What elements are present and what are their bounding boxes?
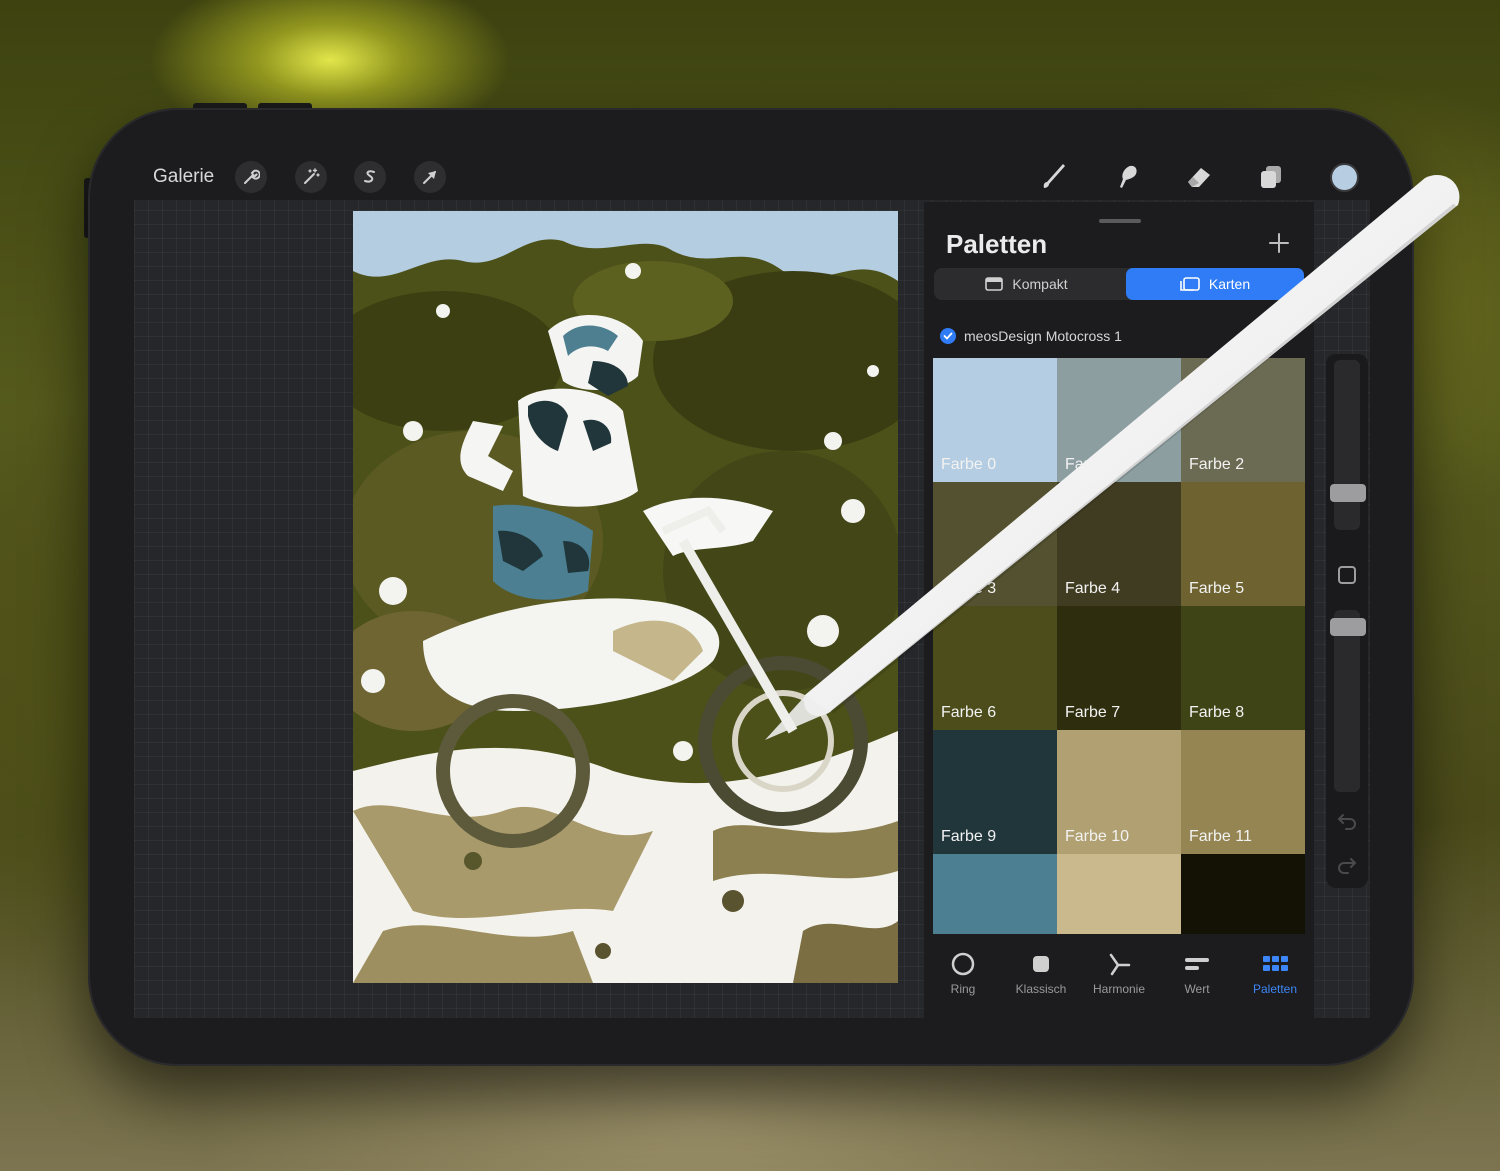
swatch-label: Farbe 4 (1065, 580, 1121, 597)
palettes-grid-icon (1236, 950, 1314, 978)
opacity-knob[interactable] (1330, 618, 1366, 636)
swatch-grid: Farbe 0 Farbe 1 Farbe 2 Farbe 3 Farbe 4 Farbe… (933, 358, 1305, 934)
side-slider-bar (1326, 354, 1368, 888)
swatch-label: Farbe 6 (941, 704, 997, 721)
color-mode-tabs: Ring Klassisch Harmonie Wert Paletten (924, 940, 1314, 1018)
panel-title: Paletten (946, 229, 1048, 259)
color-swatch[interactable]: Farbe 8 (1181, 606, 1305, 730)
compact-view-icon (985, 277, 1004, 291)
swatch-label: Farbe 10 (1065, 828, 1130, 845)
ring-icon (924, 950, 1002, 978)
opacity-slider[interactable] (1334, 610, 1360, 792)
canvas-artwork[interactable] (353, 211, 898, 983)
color-swatch[interactable]: Farbe 9 (933, 730, 1057, 854)
tab-palettes-label: Paletten (1252, 982, 1298, 996)
tab-ring[interactable]: Ring (924, 950, 1002, 996)
color-swatch[interactable] (933, 854, 1057, 934)
swatch-label: Farbe 2 (1189, 456, 1245, 473)
view-mode-compact[interactable]: Kompakt (934, 268, 1119, 300)
harmony-icon (1080, 950, 1158, 978)
swatch-label: Farbe 1 (1065, 456, 1121, 473)
color-swatch[interactable] (1057, 854, 1181, 934)
cards-view-icon (1180, 277, 1200, 291)
procreate-screen: Galerie Paletten Kompakt Karten meosDesi… (134, 154, 1370, 1018)
magic-wand-icon[interactable] (295, 161, 327, 193)
color-swatch[interactable]: Farbe 7 (1057, 606, 1181, 730)
view-mode-segmented-control: Kompakt Karten (934, 268, 1304, 300)
tab-palettes[interactable]: Paletten (1236, 950, 1314, 996)
gallery-button[interactable]: Galerie (153, 166, 214, 188)
color-swatch[interactable]: Farbe 2 (1181, 358, 1305, 482)
color-swatch[interactable] (1181, 854, 1305, 934)
tab-classic-label: Klassisch (1015, 982, 1067, 996)
view-mode-cards[interactable]: Karten (1126, 268, 1304, 300)
view-mode-cards-label: Karten (1208, 276, 1251, 292)
panel-grabber[interactable] (1099, 219, 1141, 223)
color-swatch[interactable]: Farbe 5 (1181, 482, 1305, 606)
tab-ring-label: Ring (950, 982, 976, 996)
artwork-image (353, 211, 898, 983)
tab-value[interactable]: Wert (1158, 950, 1236, 996)
tab-harmony[interactable]: Harmonie (1080, 950, 1158, 996)
tab-classic[interactable]: Klassisch (1002, 950, 1080, 996)
transform-arrow-icon[interactable] (414, 161, 446, 193)
color-swatch[interactable]: Farbe 1 (1057, 358, 1181, 482)
swatch-label: Farbe 9 (941, 828, 997, 845)
selection-icon[interactable] (354, 161, 386, 193)
color-swatch[interactable]: Farbe 0 (933, 358, 1057, 482)
modify-button[interactable] (1338, 566, 1356, 584)
smudge-icon[interactable] (1110, 160, 1144, 194)
color-swatch[interactable]: Farbe 10 (1057, 730, 1181, 854)
square-icon (1002, 950, 1080, 978)
brush-size-knob[interactable] (1330, 484, 1366, 502)
tab-harmony-label: Harmonie (1092, 982, 1146, 996)
color-swatch[interactable]: Farbe 6 (933, 606, 1057, 730)
default-palette-check-icon (940, 328, 956, 344)
layers-icon[interactable] (1254, 160, 1288, 194)
brush-icon[interactable] (1037, 160, 1071, 194)
swatch-label: Farbe 0 (941, 456, 997, 473)
swatch-label: Farbe 5 (1189, 580, 1245, 597)
brush-size-slider[interactable] (1334, 360, 1360, 530)
swatch-label: Farbe 8 (1189, 704, 1245, 721)
palette-name: meosDesign Motocross 1 (964, 328, 1122, 344)
tab-value-label: Wert (1184, 982, 1210, 996)
plus-icon (1269, 233, 1289, 253)
value-sliders-icon (1158, 950, 1236, 978)
palettes-panel: Paletten Kompakt Karten meosDesign Motoc… (924, 202, 1314, 1018)
palette-header[interactable]: meosDesign Motocross 1 (940, 328, 1122, 344)
view-mode-compact-label: Kompakt (1012, 276, 1068, 292)
current-color-button[interactable] (1330, 163, 1359, 192)
wrench-icon[interactable] (235, 161, 267, 193)
top-toolbar: Galerie (134, 154, 1370, 200)
redo-icon[interactable] (1337, 854, 1357, 874)
swatch-label: Farbe 11 (1189, 828, 1252, 845)
color-swatch[interactable]: Farbe 3 (933, 482, 1057, 606)
color-swatch[interactable]: Farbe 4 (1057, 482, 1181, 606)
eraser-icon[interactable] (1182, 160, 1216, 194)
add-palette-button[interactable] (1266, 230, 1292, 256)
swatch-label: Farbe 7 (1065, 704, 1121, 721)
undo-icon[interactable] (1337, 810, 1357, 830)
color-swatch[interactable]: Farbe 11 (1181, 730, 1305, 854)
swatch-label: Farbe 3 (941, 580, 997, 597)
